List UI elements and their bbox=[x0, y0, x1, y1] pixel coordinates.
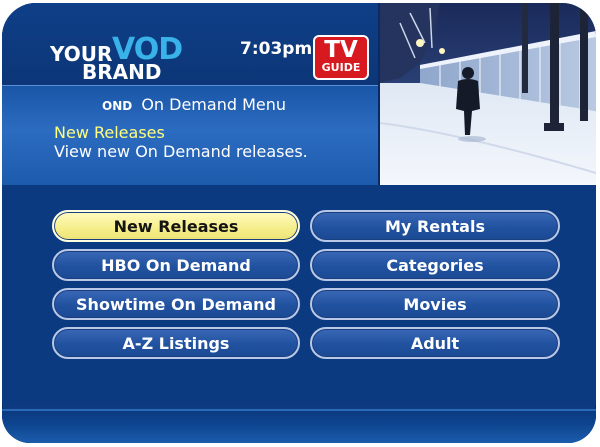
menu-header: OND On Demand Menu bbox=[102, 95, 286, 114]
menu-button-showtime-on-demand[interactable]: Showtime On Demand bbox=[52, 288, 300, 320]
menu-button-new-releases[interactable]: New Releases bbox=[52, 210, 300, 242]
clock: 7:03pm bbox=[240, 39, 313, 59]
snowy-street-image bbox=[380, 3, 596, 185]
preview-image bbox=[380, 3, 596, 185]
logo-brand-text: BRAND bbox=[82, 60, 162, 84]
tv-guide-logo: TV GUIDE bbox=[313, 35, 369, 80]
ond-icon: OND bbox=[102, 99, 133, 113]
menu-button-hbo-on-demand[interactable]: HBO On Demand bbox=[52, 249, 300, 281]
menu-title: On Demand Menu bbox=[141, 95, 286, 114]
brand-logo: YOUR VOD BRAND bbox=[50, 32, 190, 84]
menu-button-categories[interactable]: Categories bbox=[310, 249, 560, 281]
menu-button-a-z-listings[interactable]: A-Z Listings bbox=[52, 327, 300, 359]
vod-screen: YOUR VOD BRAND 7:03pm TV GUIDE OND On De… bbox=[2, 3, 596, 443]
tv-guide-line1: TV bbox=[324, 37, 358, 63]
header-bar: YOUR VOD BRAND 7:03pm TV GUIDE bbox=[2, 3, 378, 85]
tv-guide-line2: GUIDE bbox=[321, 61, 361, 74]
selected-item-description: View new On Demand releases. bbox=[54, 142, 308, 161]
menu-area: New Releases HBO On Demand Showtime On Dem… bbox=[2, 185, 596, 405]
menu-button-movies[interactable]: Movies bbox=[310, 288, 560, 320]
menu-button-adult[interactable]: Adult bbox=[310, 327, 560, 359]
selected-item-title: New Releases bbox=[54, 123, 165, 142]
menu-button-my-rentals[interactable]: My Rentals bbox=[310, 210, 560, 242]
bottom-bar bbox=[2, 409, 596, 443]
